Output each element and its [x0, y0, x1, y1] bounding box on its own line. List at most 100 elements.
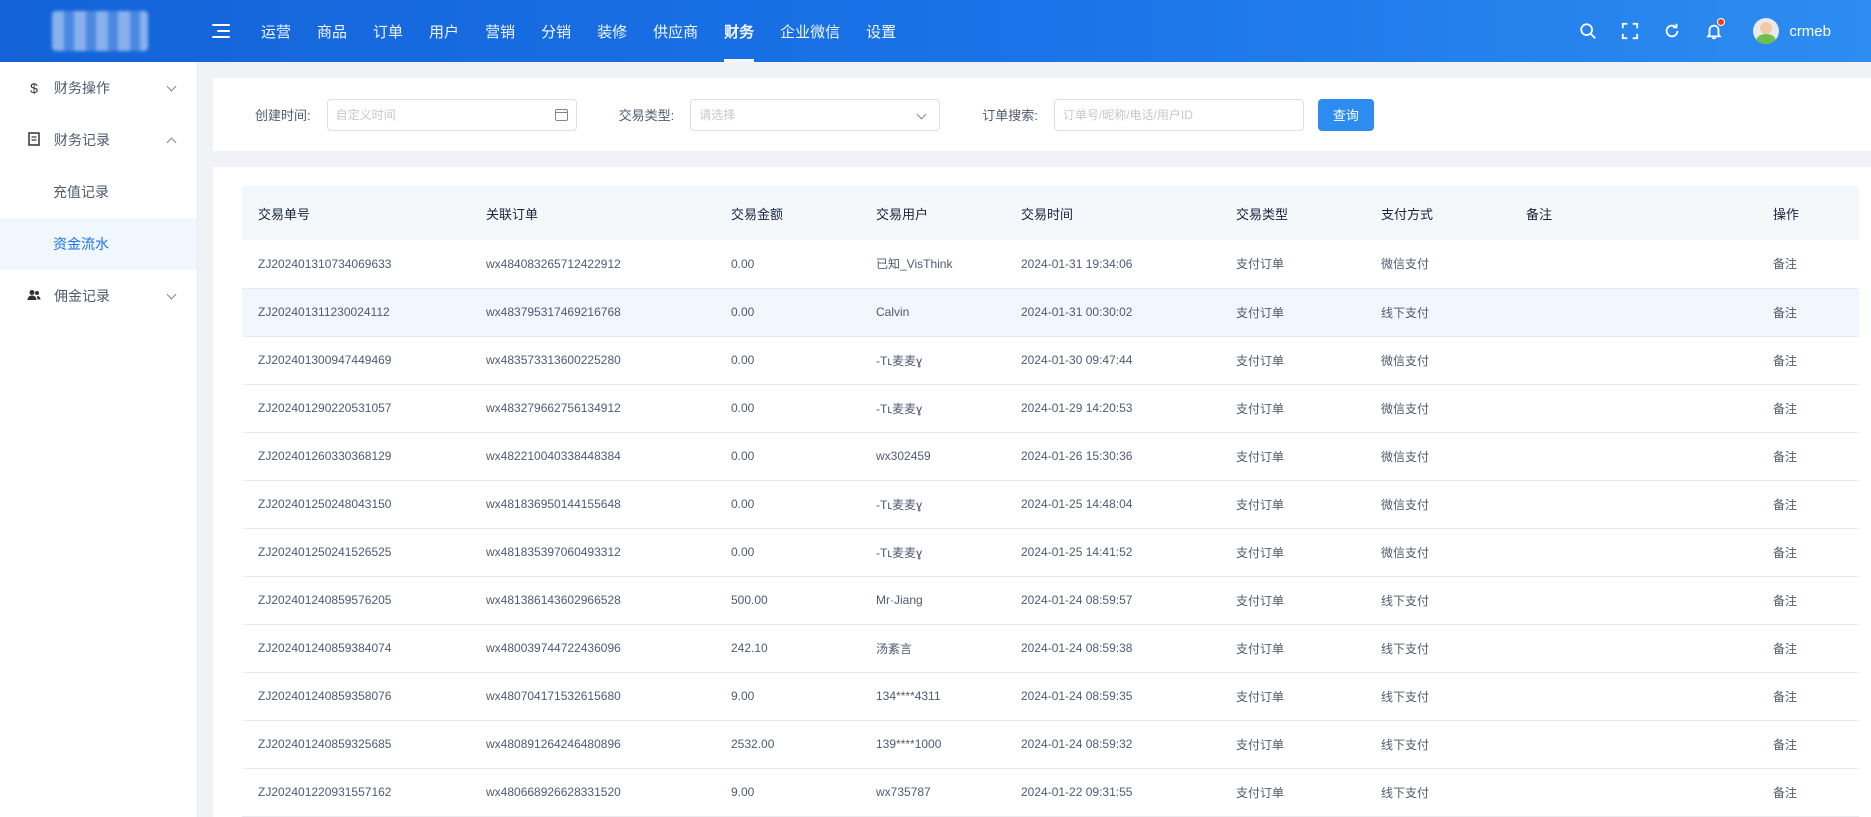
- sidebar-item-fund-flow[interactable]: 资金流水: [0, 218, 197, 270]
- amount-cell: 500.00: [715, 576, 860, 625]
- payment-method-cell: 线下支付: [1365, 624, 1510, 673]
- nav-item-4[interactable]: 营销: [472, 0, 528, 62]
- menu-toggle-icon[interactable]: [212, 24, 230, 38]
- avatar[interactable]: [1753, 18, 1780, 44]
- top-nav: 运营 商品 订单 用户 营销 分销 装修 供应商 财务 企业微信 设置: [248, 0, 909, 62]
- user-cell: 139****1000: [860, 720, 1005, 769]
- amount-cell: 0.00: [715, 240, 860, 289]
- refresh-icon[interactable]: [1661, 20, 1683, 42]
- type-cell: 支付订单: [1220, 576, 1365, 625]
- logo[interactable]: [0, 0, 200, 62]
- sidebar-group-finance-operations[interactable]: $ 财务操作: [0, 62, 197, 114]
- remark-cell: [1510, 384, 1757, 433]
- amount-cell: 0.00: [715, 384, 860, 433]
- remark-action-link[interactable]: 备注: [1757, 240, 1859, 289]
- calendar-icon: [554, 108, 568, 121]
- time-cell: 2024-01-24 08:59:57: [1005, 576, 1220, 625]
- sidebar-group-commission-records[interactable]: 佣金记录: [0, 270, 197, 322]
- logo-image: [52, 11, 148, 51]
- created-time-label: 创建时间:: [255, 108, 311, 123]
- chevron-down-icon: [166, 81, 177, 92]
- nav-item-3[interactable]: 用户: [416, 0, 472, 62]
- trade-no-cell: ZJ202401300947449469: [242, 336, 470, 385]
- nav-item-6[interactable]: 装修: [584, 0, 640, 62]
- notification-bell-icon[interactable]: [1703, 18, 1726, 42]
- type-cell: 支付订单: [1220, 768, 1365, 817]
- trade-type-input[interactable]: [699, 107, 932, 122]
- remark-action-link[interactable]: 备注: [1757, 528, 1859, 577]
- column-header: 交易用户: [860, 186, 1005, 240]
- remark-action-link[interactable]: 备注: [1757, 336, 1859, 385]
- remark-action-link[interactable]: 备注: [1757, 672, 1859, 721]
- remark-cell: [1510, 240, 1757, 289]
- type-cell: 支付订单: [1220, 720, 1365, 769]
- nav-item-7[interactable]: 供应商: [640, 0, 711, 62]
- type-cell: 支付订单: [1220, 288, 1365, 337]
- table-row: ZJ202401250241526525 wx481835397060493312…: [242, 528, 1859, 577]
- trade-no-cell: ZJ202401311230024112: [242, 288, 470, 337]
- user-cell: 汤紊言: [860, 624, 1005, 673]
- remark-action-link[interactable]: 备注: [1757, 288, 1859, 337]
- remark-action-link[interactable]: 备注: [1757, 576, 1859, 625]
- user-cell: -Tʟ麦麦ɣ: [860, 480, 1005, 529]
- trade-type-select[interactable]: [690, 98, 941, 131]
- search-icon[interactable]: [1577, 20, 1599, 42]
- payment-method-cell: 微信支付: [1365, 432, 1510, 481]
- order-no-cell: wx481835397060493312: [470, 528, 715, 577]
- column-header: 交易金额: [715, 186, 860, 240]
- notification-badge: [1717, 18, 1726, 26]
- nav-item-5[interactable]: 分销: [528, 0, 584, 62]
- sidebar-item-recharge-records[interactable]: 充值记录: [0, 166, 197, 218]
- remark-action-link[interactable]: 备注: [1757, 768, 1859, 817]
- dollar-icon: $: [30, 80, 38, 96]
- trade-no-cell: ZJ202401240859384074: [242, 624, 470, 673]
- type-cell: 支付订单: [1220, 528, 1365, 577]
- created-time-picker[interactable]: [326, 98, 577, 131]
- payment-method-cell: 线下支付: [1365, 288, 1510, 337]
- nav-item-9[interactable]: 企业微信: [767, 0, 853, 62]
- sidebar-group-label: 佣金记录: [54, 288, 110, 304]
- remark-action-link[interactable]: 备注: [1757, 720, 1859, 769]
- username[interactable]: crmeb: [1789, 23, 1831, 40]
- order-search-field[interactable]: [1053, 98, 1304, 131]
- table-row: ZJ202401300947449469 wx483573313600225280…: [242, 336, 1859, 385]
- fullscreen-icon[interactable]: [1619, 20, 1641, 42]
- remark-action-link[interactable]: 备注: [1757, 480, 1859, 529]
- table-row: ZJ202401240859384074 wx480039744722436096…: [242, 624, 1859, 673]
- nav-item-1[interactable]: 商品: [304, 0, 360, 62]
- payment-method-cell: 微信支付: [1365, 528, 1510, 577]
- amount-cell: 0.00: [715, 480, 860, 529]
- order-no-cell: wx481386143602966528: [470, 576, 715, 625]
- remark-cell: [1510, 480, 1757, 529]
- remark-action-link[interactable]: 备注: [1757, 384, 1859, 433]
- trade-no-cell: ZJ202401240859358076: [242, 672, 470, 721]
- user-cell: Calvin: [860, 288, 1005, 337]
- remark-cell: [1510, 768, 1757, 817]
- nav-item-2[interactable]: 订单: [360, 0, 416, 62]
- order-no-cell: wx480668926628331520: [470, 768, 715, 817]
- sidebar-group-label: 财务记录: [54, 132, 110, 148]
- document-icon: [26, 131, 42, 149]
- column-header: 操作: [1757, 186, 1859, 240]
- remark-action-link[interactable]: 备注: [1757, 624, 1859, 673]
- payment-method-cell: 线下支付: [1365, 672, 1510, 721]
- payment-method-cell: 微信支付: [1365, 240, 1510, 289]
- nav-item-8[interactable]: 财务: [711, 0, 767, 62]
- query-button[interactable]: 查询: [1317, 98, 1374, 131]
- user-cell: -Tʟ麦麦ɣ: [860, 528, 1005, 577]
- nav-item-10[interactable]: 设置: [853, 0, 909, 62]
- time-cell: 2024-01-22 09:31:55: [1005, 768, 1220, 817]
- order-search-input[interactable]: [1062, 107, 1295, 122]
- user-cell: wx735787: [860, 768, 1005, 817]
- remark-action-link[interactable]: 备注: [1757, 432, 1859, 481]
- time-cell: 2024-01-26 15:30:36: [1005, 432, 1220, 481]
- sidebar-group-finance-records[interactable]: 财务记录: [0, 114, 197, 166]
- table-row: ZJ202401240859576205 wx481386143602966528…: [242, 576, 1859, 625]
- nav-item-0[interactable]: 运营: [248, 0, 304, 62]
- user-cell: 已知_VisThink: [860, 240, 1005, 289]
- created-time-input[interactable]: [335, 107, 568, 122]
- payment-method-cell: 线下支付: [1365, 720, 1510, 769]
- type-cell: 支付订单: [1220, 480, 1365, 529]
- trade-no-cell: ZJ202401310734069633: [242, 240, 470, 289]
- trade-no-cell: ZJ202401250248043150: [242, 480, 470, 529]
